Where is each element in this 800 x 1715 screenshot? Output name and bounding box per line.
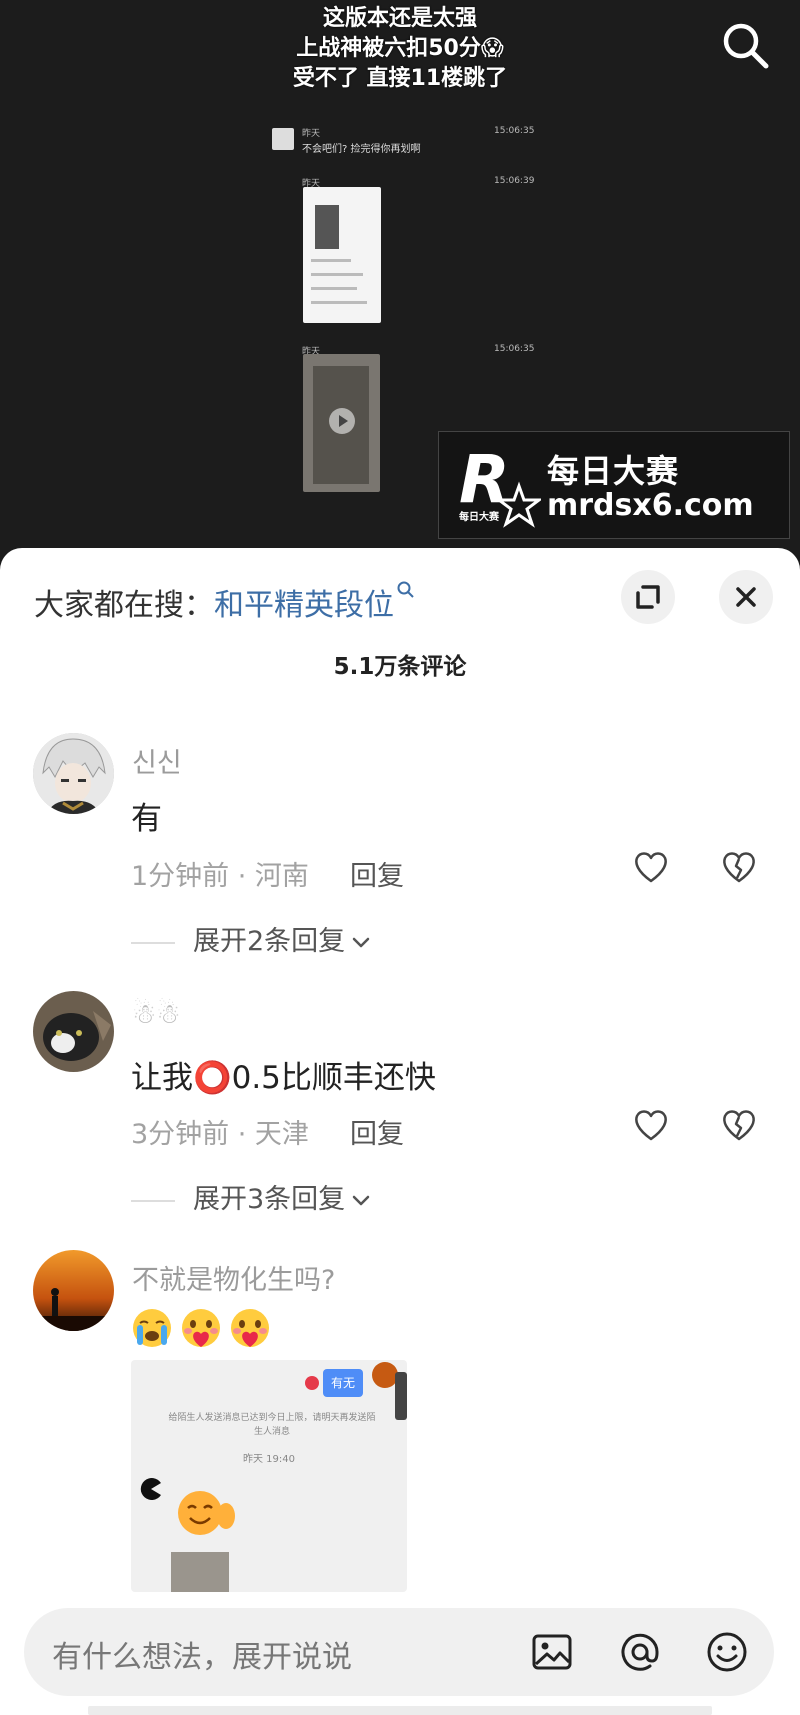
comment-image[interactable]: 有无 给陌生人发送消息已达到今日上限，请明天再发送陌生人消息 昨天 19:40 (131, 1360, 407, 1592)
watermark: R 每日大赛 每日大赛 mrdsx6.com (438, 431, 790, 539)
comment-count: 5.1万条评论 (333, 654, 467, 680)
comment-text: 让我⭕0.5比顺丰还快 (131, 1060, 436, 1096)
comment-username[interactable]: 신신 (132, 741, 182, 780)
phone-screenshot-image (315, 205, 339, 249)
shared-phone-screenshot (303, 187, 381, 323)
anime-avatar-image (33, 733, 114, 814)
notice-text: 给陌生人发送消息已达到今日上限，请明天再发送陌生人消息 (168, 1413, 376, 1437)
svg-text:每日大赛: 每日大赛 (459, 510, 500, 523)
caption-line: 这版本还是太强 (322, 6, 477, 31)
chat-time: 15:06:35 (494, 126, 535, 136)
dislike-button[interactable] (720, 1106, 758, 1144)
like-button[interactable] (632, 848, 670, 886)
heart-face-icon (231, 1309, 270, 1347)
avatar[interactable] (33, 733, 114, 814)
hot-search-link[interactable]: 大家都在搜：和平精英段位 (34, 580, 416, 624)
heart-icon (635, 852, 667, 883)
phone-screenshot-line (311, 259, 351, 262)
chevron-down-icon (352, 937, 370, 947)
watermark-title: 每日大赛 (547, 452, 680, 490)
phone-screenshot-line (311, 301, 367, 304)
close-button[interactable] (719, 570, 773, 624)
send-button: 有无 (323, 1369, 363, 1397)
image-picker-button[interactable] (529, 1629, 575, 1675)
phone-screenshot-line (311, 273, 363, 276)
comment-input-bar[interactable]: 有什么想法，展开说说 (24, 1608, 774, 1696)
expand-replies-button[interactable]: 展开3条回复 (131, 1177, 373, 1216)
fullscreen-button[interactable] (621, 570, 675, 624)
watermark-url: mrdsx6.com (547, 488, 754, 523)
video-caption: 这版本还是太强 上战神被六扣50分😱 受不了 直接11楼跳了 (0, 4, 800, 94)
comment-text: 有 (131, 801, 162, 837)
comment-meta: 1分钟前 · 河南 (131, 861, 309, 892)
chat-time: 15:06:35 (494, 344, 535, 354)
hot-search-prefix: 大家都在搜： (34, 588, 214, 623)
smiley-icon (707, 1632, 747, 1672)
reply-button[interactable]: 回复 (350, 1112, 404, 1151)
expand-icon (636, 585, 660, 609)
avatar[interactable] (33, 991, 114, 1072)
broken-heart-icon (723, 852, 755, 883)
reply-button[interactable]: 回复 (350, 854, 404, 893)
hot-search-term: 和平精英段位 (214, 588, 394, 623)
chat-time: 15:06:39 (494, 176, 535, 186)
mention-button[interactable] (617, 1629, 663, 1675)
crying-face-icon (133, 1309, 171, 1347)
close-icon (736, 587, 756, 607)
drawer-handle (395, 1372, 407, 1420)
comment-username[interactable]: ☃☃ (132, 999, 180, 1030)
expand-replies-label: 展开2条回复 (193, 926, 346, 957)
bottom-strip (88, 1706, 712, 1715)
like-button[interactable] (632, 1106, 670, 1144)
comment-input[interactable]: 有什么想法，展开说说 (52, 1632, 352, 1676)
divider (131, 1199, 175, 1202)
video-player[interactable]: 这版本还是太强 上战神被六扣50分😱 受不了 直接11楼跳了 昨天 15:06:… (0, 0, 800, 555)
comment-username[interactable]: 不就是物化生吗? (132, 1258, 335, 1297)
r-star-logo-icon: R 每日大赛 (459, 442, 541, 528)
pacman-icon (140, 1478, 161, 1500)
avatar[interactable] (33, 1250, 114, 1331)
heart-icon (635, 1110, 667, 1141)
cat-avatar-image (33, 991, 114, 1072)
play-icon (329, 408, 355, 434)
dislike-button[interactable] (720, 848, 758, 886)
image-icon (532, 1634, 572, 1670)
expand-replies-label: 展开3条回复 (193, 1184, 346, 1215)
sunset-avatar-image (33, 1250, 114, 1331)
chat-message: 不会吧们? 捡完得你再划啊 (302, 144, 421, 155)
caption-line: 上战神被六扣50分😱 (296, 36, 504, 61)
broken-heart-icon (723, 1110, 755, 1141)
search-icon (723, 23, 769, 69)
warning-icon (305, 1376, 319, 1390)
svg-text:R: R (459, 442, 510, 518)
emoji-row (131, 1307, 273, 1353)
at-icon (621, 1633, 659, 1671)
chat-avatar (272, 128, 294, 150)
chat-name: 昨天 (302, 129, 321, 139)
chevron-down-icon (352, 1195, 370, 1205)
comment-meta: 3分钟前 · 天津 (131, 1119, 309, 1150)
caption-line: 受不了 直接11楼跳了 (292, 66, 508, 91)
search-small-icon (397, 581, 414, 598)
search-button[interactable] (718, 18, 774, 74)
expand-replies-button[interactable]: 展开2条回复 (131, 919, 373, 958)
chat-time: 昨天 19:40 (243, 1454, 295, 1465)
image-thumbnail (171, 1552, 229, 1592)
smile-wave-icon (178, 1491, 235, 1535)
heart-face-icon (182, 1309, 221, 1347)
shared-video-thumbnail (303, 354, 380, 492)
emoji-button[interactable] (704, 1629, 750, 1675)
divider (131, 941, 175, 944)
phone-screenshot-line (311, 287, 357, 290)
sheet-header: 大家都在搜：和平精英段位 (0, 548, 800, 648)
